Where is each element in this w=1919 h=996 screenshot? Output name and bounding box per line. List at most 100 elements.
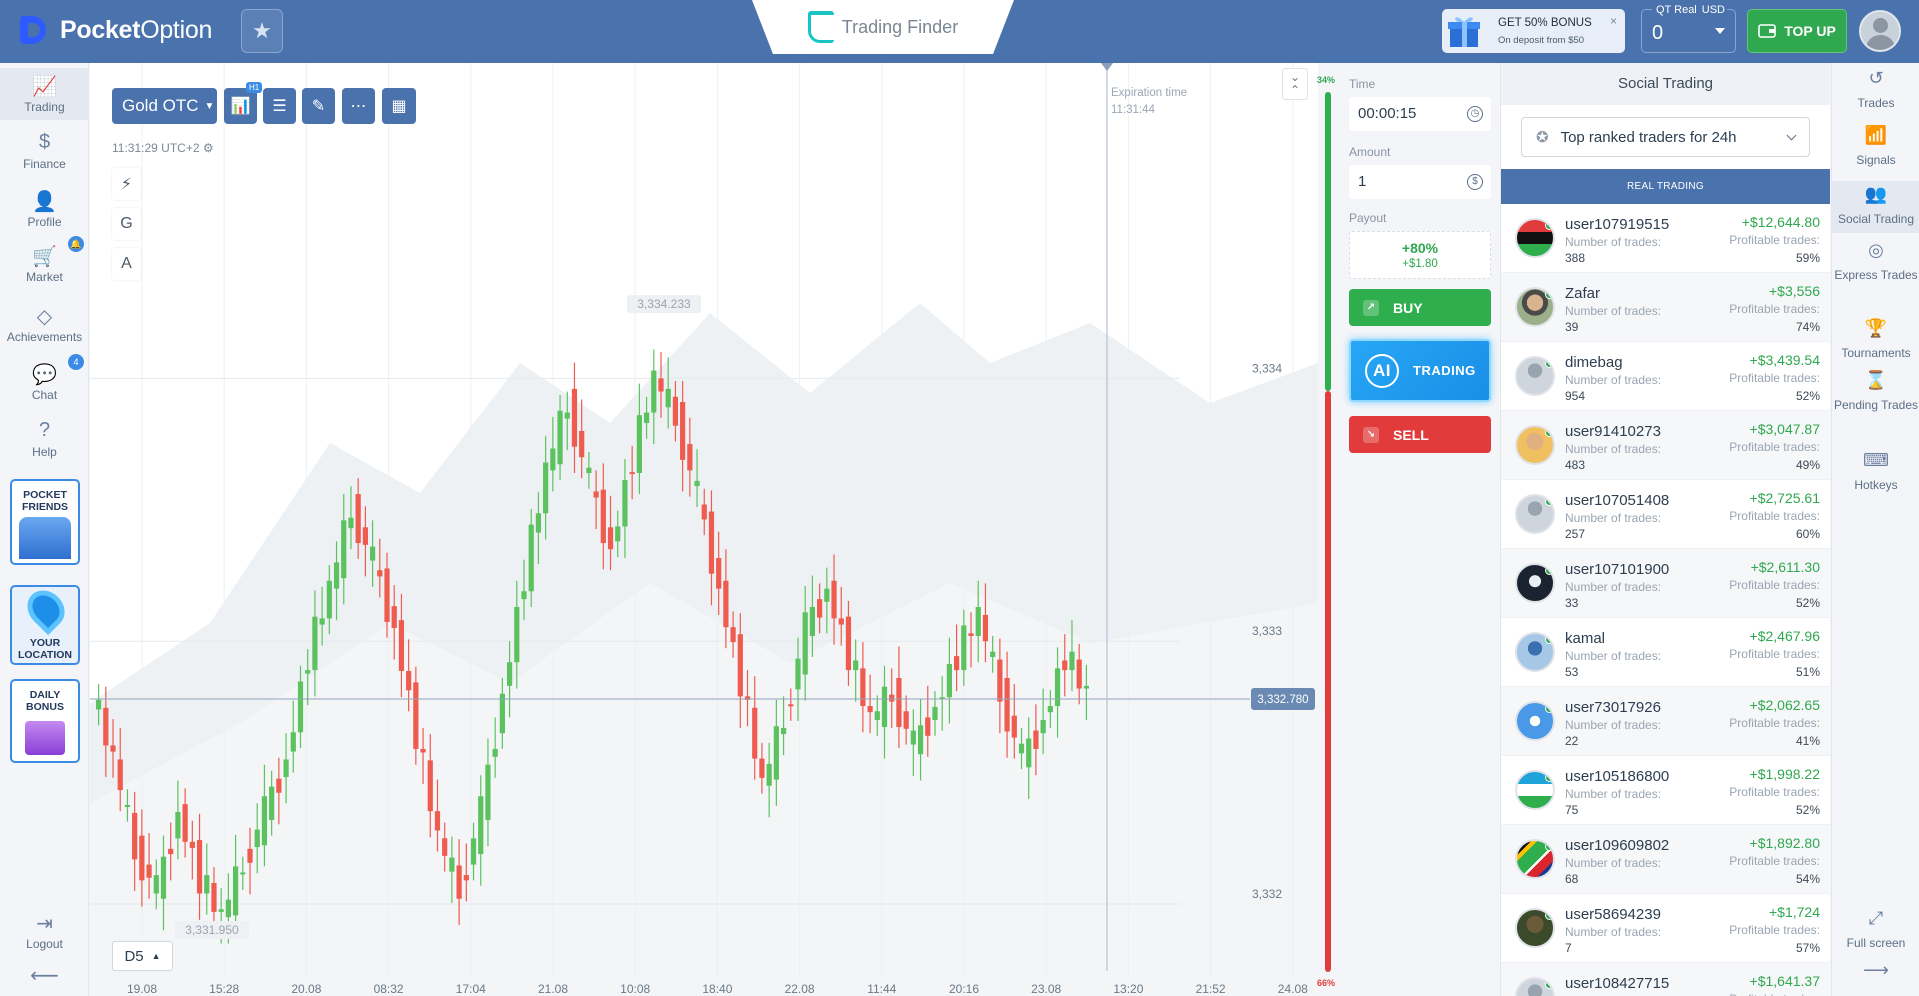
friends-illustration — [19, 517, 71, 559]
a-tool[interactable]: A — [112, 248, 141, 280]
bonus-banner[interactable]: GET 50% BONUS On deposit from $50 × — [1442, 9, 1625, 53]
sentiment-bar — [1325, 92, 1331, 972]
time-input[interactable]: 00:00:15 ◷ — [1349, 97, 1491, 131]
your-location-promo[interactable]: YOUR LOCATION — [10, 585, 80, 665]
right-nav-tournaments[interactable]: 🏆 Tournaments — [1832, 319, 1919, 361]
trader-filter-dropdown[interactable]: ✪ Top ranked traders for 24h — [1521, 117, 1810, 157]
account-selector[interactable]: QT Real USD 0 — [1641, 4, 1736, 53]
full-screen-label: Full screen — [1846, 936, 1906, 950]
sidebar-item-finance[interactable]: $ Finance — [0, 125, 89, 177]
price-chart[interactable]: 19.08 15:28 20.08 08:32 17:04 21.08 10:08 18:40… — [90, 63, 1318, 996]
right-nav-express-trades[interactable]: ◎ Express Trades — [1832, 241, 1919, 283]
trader-profit: +$1,724 — [1769, 904, 1820, 920]
trader-row[interactable]: user107919515 Number of trades: 388 +$12,64… — [1501, 204, 1830, 273]
period-selector[interactable]: D5 ▲ — [112, 941, 173, 971]
collapse-sidebar-button[interactable]: ⟵ — [0, 963, 89, 989]
x-tick-label: 24.08 — [1278, 982, 1308, 996]
chart-area[interactable]: 19.08 15:28 20.08 08:32 17:04 21.08 10:08 18:40… — [90, 63, 1318, 996]
trader-row[interactable]: user108427715Number of trades:+$1,641.37… — [1501, 963, 1830, 996]
trader-row[interactable]: Zafar Number of trades: 39 +$3,556 Profitabl… — [1501, 273, 1830, 342]
ai-trading-button[interactable]: AI TRADING — [1349, 339, 1491, 402]
y-tick-label: 3,334 — [1252, 361, 1282, 375]
trader-row[interactable]: user107101900 Number of trades: 33 +$2,611.… — [1501, 549, 1830, 618]
candle-body — [1047, 706, 1053, 713]
trading-finder-logo-icon — [807, 11, 834, 43]
close-icon[interactable]: × — [1610, 14, 1617, 28]
sidebar-item-market[interactable]: 🛒 Market 🔔 — [0, 236, 89, 290]
candle-body — [629, 472, 635, 475]
profitable-pct: 49% — [1795, 458, 1820, 472]
help-icon: ? — [38, 419, 51, 441]
trader-row[interactable]: user107051408 Number of trades: 257 +$2,725… — [1501, 480, 1830, 549]
full-screen-button[interactable]: ⤢ Full screen — [1832, 909, 1919, 951]
candle-body — [622, 480, 628, 527]
trades-label: Number of trades: — [1565, 304, 1662, 318]
layout-button[interactable]: ▦ — [382, 88, 416, 124]
trader-name: user105186800 — [1565, 768, 1670, 785]
indicators-button[interactable]: ☰ — [263, 88, 296, 124]
trader-row[interactable]: dimebag Number of trades: 954 +$3,439.54 Pro… — [1501, 342, 1830, 411]
candle-body — [788, 704, 794, 707]
right-nav-social-trading[interactable]: 👥 Social Trading — [1832, 181, 1919, 233]
amount-input[interactable]: 1 $ — [1349, 165, 1491, 199]
brand-logo[interactable]: PocketOption — [18, 13, 212, 47]
daily-bonus-promo[interactable]: DAILY BONUS — [10, 679, 80, 763]
profitable-label: Profitable trades: — [1729, 233, 1820, 247]
sidebar-item-help[interactable]: ? Help — [0, 413, 89, 465]
trader-row[interactable]: user105186800 Number of trades: 75 +$1,998.… — [1501, 756, 1830, 825]
profitable-label: Profitable trades: — [1729, 785, 1820, 799]
collapse-button[interactable]: ⌄ ⌃ — [1282, 68, 1308, 100]
right-nav-pending-trades[interactable]: ⌛ Pending Trades — [1832, 371, 1919, 413]
sidebar-item-chat[interactable]: 💬 Chat 4 — [0, 354, 89, 408]
sell-button[interactable]: ↘ SELL — [1349, 416, 1491, 453]
top-up-button[interactable]: TOP UP — [1747, 9, 1847, 53]
up-percent: 34% — [1317, 75, 1336, 85]
online-status-dot — [1545, 842, 1553, 851]
collapse-right-button[interactable]: ⟶ — [1832, 961, 1919, 988]
trader-name: user109609802 — [1565, 837, 1670, 854]
right-nav-hotkeys[interactable]: ⌨ Hotkeys — [1832, 451, 1919, 493]
x-tick-label: 21:52 — [1196, 982, 1226, 996]
candle-body — [759, 758, 765, 778]
drawing-button[interactable]: ✎ — [302, 88, 335, 124]
trader-row[interactable]: kamal Number of trades: 53 +$2,467.96 Profit… — [1501, 618, 1830, 687]
sidebar-item-profile[interactable]: 👤 Profile — [0, 183, 89, 235]
quick-trade-tool[interactable]: ⚡ — [112, 168, 141, 200]
user-avatar[interactable] — [1859, 10, 1901, 52]
candle-body — [326, 580, 332, 619]
sidebar-item-achievements[interactable]: ◇ Achievements — [0, 298, 89, 350]
favorites-star-button[interactable]: ★ — [241, 9, 283, 53]
candle-body — [1011, 715, 1017, 738]
buy-button[interactable]: ↗ BUY — [1349, 289, 1491, 326]
candle-body — [463, 875, 469, 881]
more-button[interactable]: ⋯ — [342, 88, 375, 124]
brush-icon: ✎ — [311, 98, 326, 115]
trades-label: Number of trades: — [1565, 925, 1662, 939]
high-price-label: 3,334.233 — [627, 295, 701, 314]
promo-label: YOUR LOCATION — [17, 637, 73, 661]
current-price-text: 3,332.780 — [1257, 694, 1308, 706]
asset-selector[interactable]: Gold OTC ▼ — [112, 88, 217, 124]
chart-type-button[interactable]: 📊 — [224, 88, 257, 124]
gear-icon[interactable]: ⚙ — [203, 141, 214, 155]
amount-label: Amount — [1349, 145, 1391, 159]
trader-row[interactable]: user109609802 Number of trades: 68 +$1,892.… — [1501, 825, 1830, 894]
candle-body — [139, 835, 145, 881]
right-nav-trades[interactable]: ↺ Trades — [1832, 69, 1919, 111]
g-tool[interactable]: G — [112, 208, 141, 240]
logout-button[interactable]: ⇥ Logout — [0, 911, 89, 951]
trades-label: Number of trades: — [1565, 649, 1662, 663]
high-price-text: 3,334.233 — [637, 297, 691, 311]
online-status-dot — [1545, 911, 1553, 920]
trader-row[interactable]: user91410273 Number of trades: 483 +$3,047.… — [1501, 411, 1830, 480]
trader-row[interactable]: user58694239 Number of trades: 7 +$1,724 Pro… — [1501, 894, 1830, 963]
right-nav-signals[interactable]: 📶 Signals — [1832, 126, 1919, 168]
candle-body — [420, 748, 426, 753]
pocket-friends-promo[interactable]: POCKET FRIENDS — [10, 479, 80, 565]
trader-row[interactable]: user73017926 Number of trades: 22 +$2,062.6… — [1501, 687, 1830, 756]
sidebar-item-trading[interactable]: 📈 Trading — [0, 68, 89, 120]
trader-avatar — [1515, 425, 1555, 465]
candle-body — [997, 659, 1003, 702]
trader-avatar — [1515, 770, 1555, 810]
candle-body — [528, 524, 534, 592]
